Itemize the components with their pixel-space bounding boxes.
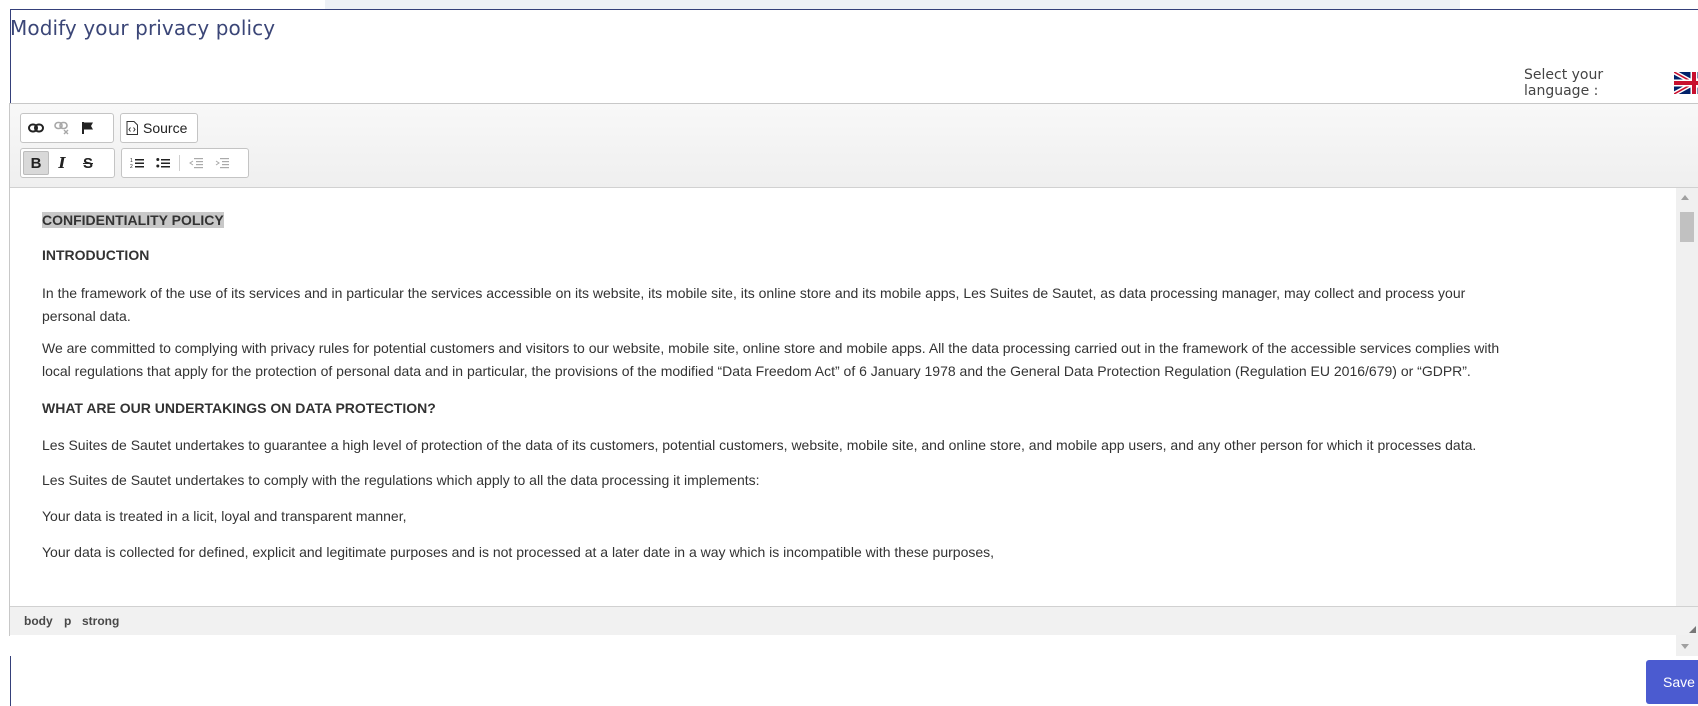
strikethrough-button[interactable]: S xyxy=(75,151,101,175)
italic-button[interactable]: I xyxy=(49,151,75,175)
section-heading-undertakings: WHAT ARE OUR UNDERTAKINGS ON DATA PROTEC… xyxy=(42,400,436,416)
paragraph: Les Suites de Sautet undertakes to compl… xyxy=(42,472,760,488)
save-button[interactable]: Save xyxy=(1646,660,1698,704)
top-strip xyxy=(325,0,1460,9)
list-tools-group: 12 xyxy=(121,148,249,178)
scrollbar-thumb[interactable] xyxy=(1680,212,1694,242)
section-heading-introduction: INTRODUCTION xyxy=(42,247,150,263)
language-label: Select your language : xyxy=(1524,67,1604,99)
paragraph: Your data is collected for defined, expl… xyxy=(42,544,995,560)
basic-styles-group: B I S xyxy=(20,148,115,178)
numbered-list-icon[interactable]: 12 xyxy=(124,151,150,175)
unlink-icon[interactable] xyxy=(49,116,75,140)
bold-button[interactable]: B xyxy=(23,151,49,175)
path-item-p[interactable]: p xyxy=(64,614,71,628)
editor-content[interactable]: CONFIDENTIALITY POLICY INTRODUCTION In t… xyxy=(10,188,1676,656)
anchor-flag-icon[interactable] xyxy=(75,116,101,140)
path-item-strong[interactable]: strong xyxy=(82,614,119,628)
scroll-up-arrow-icon[interactable] xyxy=(1681,195,1689,200)
source-button[interactable]: Source xyxy=(123,116,190,140)
editor-toolbar: Source B I S 12 xyxy=(10,104,1698,188)
rich-text-editor: Source B I S 12 CONFIDENTIALITY POLICY I… xyxy=(9,103,1698,656)
policy-title-text: CONFIDENTIALITY POLICY xyxy=(42,212,224,228)
paragraph: Les Suites de Sautet undertakes to guara… xyxy=(42,437,1477,453)
link-tools-group xyxy=(20,113,114,143)
path-item-body[interactable]: body xyxy=(24,614,53,628)
source-tools-group: Source xyxy=(120,113,198,143)
elements-path-bar: body p strong xyxy=(10,606,1698,635)
page-title: Modify your privacy policy xyxy=(10,16,276,40)
uk-flag-icon[interactable] xyxy=(1674,72,1698,94)
paragraph: In the framework of the use of its servi… xyxy=(42,285,1466,324)
svg-text:2: 2 xyxy=(130,164,133,169)
scroll-down-arrow-icon[interactable] xyxy=(1681,644,1689,649)
editor-scrollbar[interactable] xyxy=(1676,188,1698,656)
policy-title: CONFIDENTIALITY POLICY xyxy=(42,209,1512,232)
paragraph: We are committed to complying with priva… xyxy=(42,340,1500,379)
source-label: Source xyxy=(143,120,188,136)
source-icon xyxy=(126,121,138,135)
bulleted-list-icon[interactable] xyxy=(150,151,176,175)
paragraph: Your data is treated in a licit, loyal a… xyxy=(42,508,407,524)
outdent-icon[interactable] xyxy=(183,151,209,175)
indent-icon[interactable] xyxy=(209,151,235,175)
link-icon[interactable] xyxy=(23,116,49,140)
resize-handle-icon[interactable] xyxy=(1689,626,1696,633)
language-selector: Select your language : xyxy=(1524,67,1698,99)
toolbar-separator xyxy=(179,155,180,171)
